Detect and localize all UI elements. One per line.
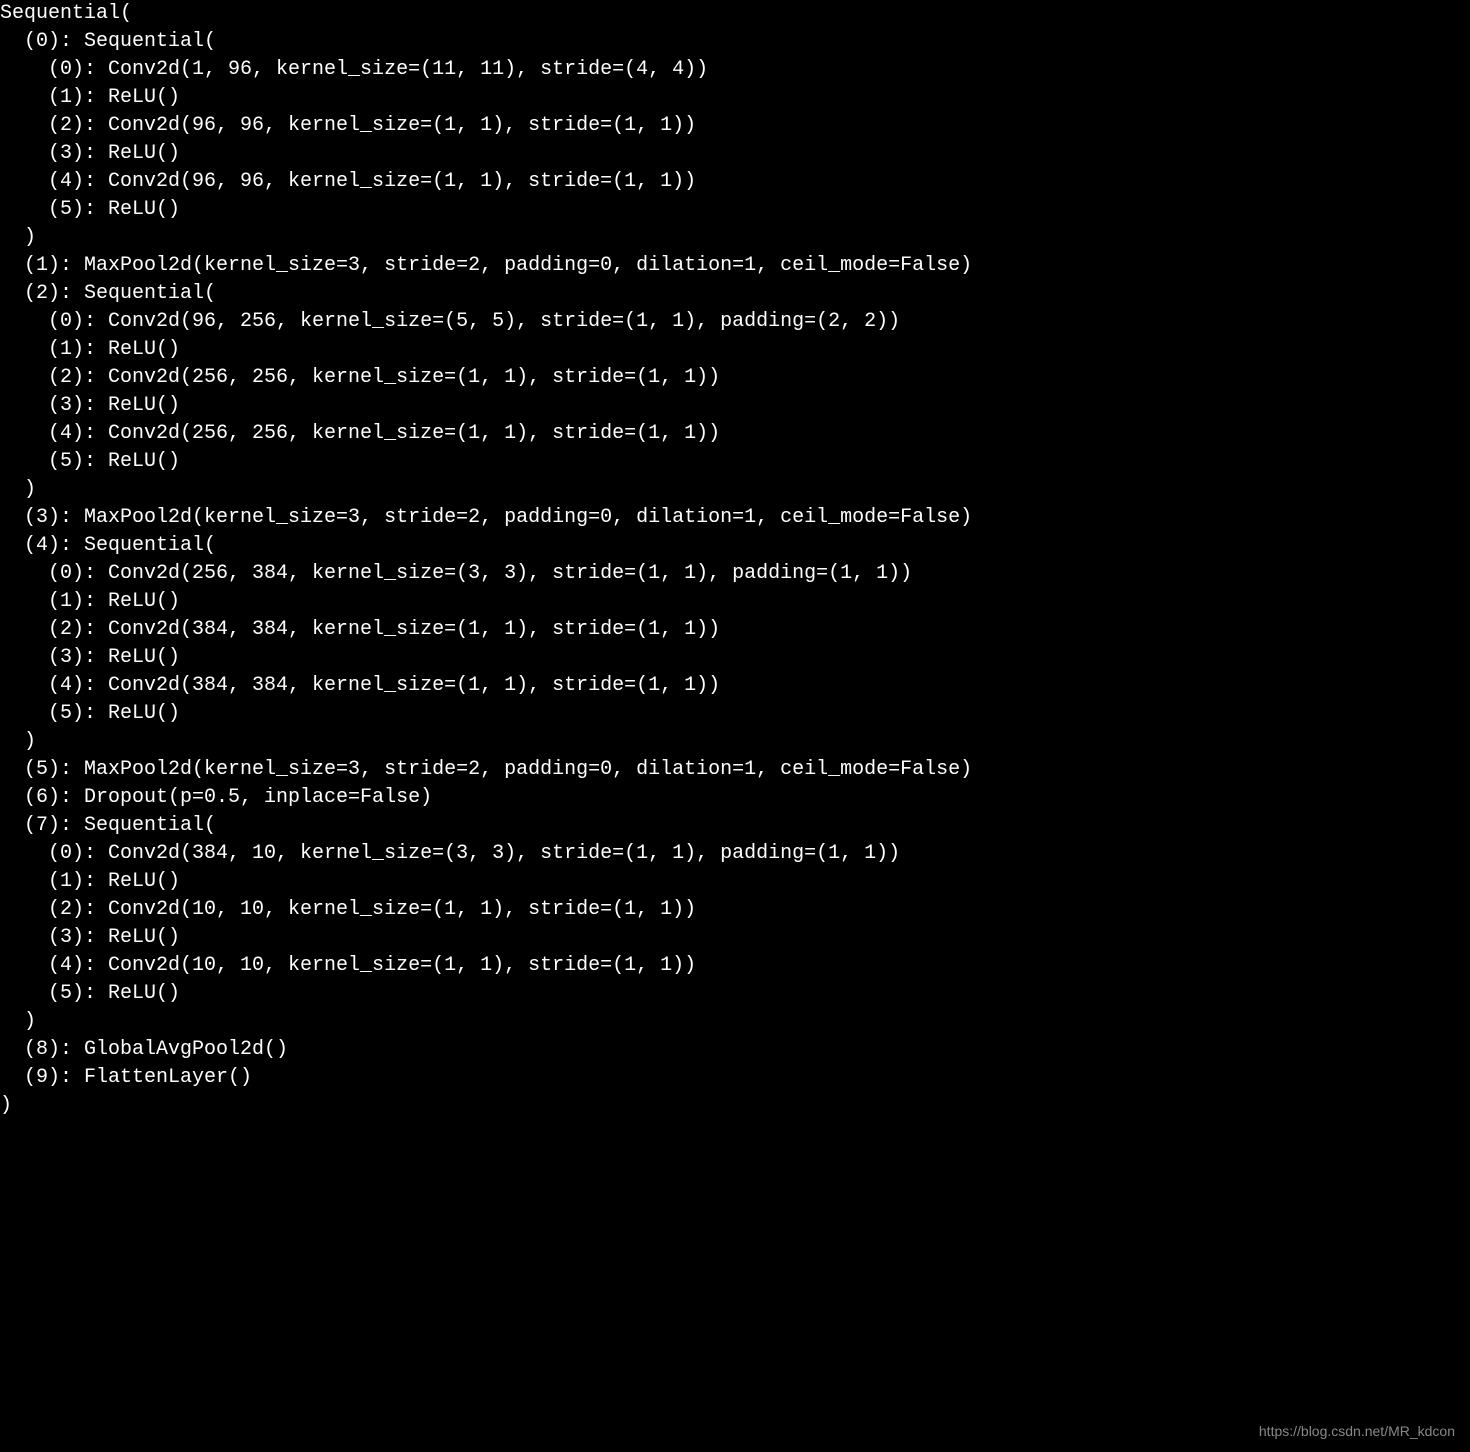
watermark-text: https://blog.csdn.net/MR_kdcon	[1259, 1422, 1455, 1442]
model-summary-output: Sequential( (0): Sequential( (0): Conv2d…	[0, 0, 1470, 1120]
